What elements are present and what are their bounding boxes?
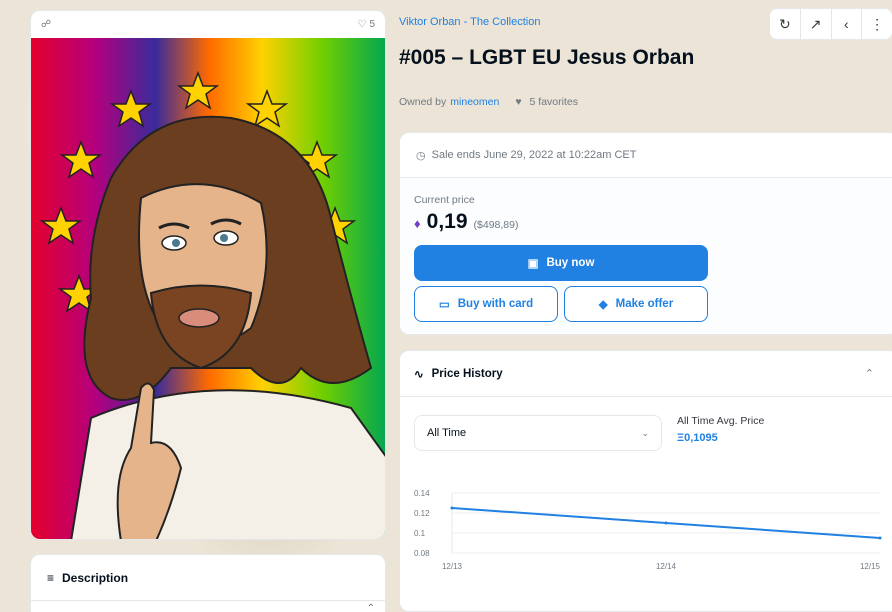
x-tick-label: 12/13 bbox=[442, 562, 463, 571]
nft-image-card: ☍ ♡ 5 bbox=[30, 10, 386, 540]
make-offer-button[interactable]: ◆ Make offer bbox=[564, 286, 708, 322]
y-tick-label: 0.14 bbox=[414, 489, 430, 498]
refresh-icon[interactable]: ↻ bbox=[770, 9, 801, 39]
price-history-title: Price History bbox=[431, 367, 503, 380]
chevron-up-icon[interactable]: ⌃ bbox=[367, 603, 375, 612]
price-row: ♦ 0,19 ($498,89) bbox=[414, 210, 884, 234]
usd-price: ($498,89) bbox=[473, 219, 519, 231]
buy-now-button[interactable]: ▣ Buy now bbox=[414, 245, 708, 281]
external-link-icon[interactable]: ↗ bbox=[801, 9, 832, 39]
price-history-header[interactable]: ∿ Price History ⌃ bbox=[400, 351, 892, 397]
favorite-button[interactable]: ♡ 5 bbox=[357, 19, 375, 30]
favorites-count: 5 favorites bbox=[529, 96, 578, 108]
price-point[interactable] bbox=[878, 536, 882, 540]
list-icon: ≡ bbox=[47, 570, 55, 585]
chain-icon[interactable]: ☍ bbox=[41, 19, 51, 30]
avg-price-value: Ξ0,1095 bbox=[677, 432, 718, 444]
trend-icon: ∿ bbox=[414, 368, 424, 381]
current-price: 0,19 bbox=[426, 210, 468, 233]
y-tick-label: 0.1 bbox=[414, 529, 426, 538]
credit-card-icon: ▭ bbox=[438, 299, 450, 311]
chevron-down-icon: ⌄ bbox=[641, 427, 649, 438]
x-tick-label: 12/15 bbox=[860, 562, 881, 571]
description-header[interactable]: ≡ Description bbox=[31, 555, 385, 601]
nft-artwork[interactable] bbox=[31, 38, 386, 540]
make-offer-label: Make offer bbox=[615, 298, 674, 310]
avg-price-label: All Time Avg. Price bbox=[677, 415, 765, 427]
description-title: Description bbox=[62, 570, 129, 585]
buy-with-card-button[interactable]: ▭ Buy with card bbox=[414, 286, 558, 322]
item-toolbar: ↻ ↗ ‹ ⋮ bbox=[769, 8, 892, 40]
time-range-select[interactable]: All Time ⌄ bbox=[414, 415, 662, 451]
time-range-value: All Time bbox=[427, 427, 467, 439]
chevron-up-icon[interactable]: ⌃ bbox=[865, 367, 874, 380]
price-point[interactable] bbox=[664, 521, 668, 525]
heart-icon: ♥ bbox=[515, 96, 522, 108]
price-point[interactable] bbox=[450, 506, 454, 510]
ethereum-icon: ♦ bbox=[414, 216, 421, 231]
sale-end-text: Sale ends June 29, 2022 at 10:22am CET bbox=[431, 149, 637, 161]
x-tick-label: 12/14 bbox=[656, 562, 677, 571]
tag-icon: ◆ bbox=[598, 299, 608, 311]
wallet-icon: ▣ bbox=[527, 258, 539, 270]
favorite-count: 5 bbox=[369, 18, 375, 30]
collection-link[interactable]: Viktor Orban - The Collection bbox=[399, 16, 540, 28]
buy-now-label: Buy now bbox=[546, 257, 595, 269]
price-history-chart[interactable]: 0.14 0.12 0.1 0.08 12/13 12/14 12/15 bbox=[400, 481, 892, 581]
y-tick-label: 0.12 bbox=[414, 509, 430, 518]
buy-with-card-label: Buy with card bbox=[457, 298, 534, 310]
owned-by-label: Owned by bbox=[399, 96, 447, 108]
image-card-header: ☍ ♡ 5 bbox=[31, 11, 385, 37]
current-price-label: Current price bbox=[414, 194, 475, 206]
owner-link[interactable]: mineomen bbox=[450, 96, 499, 108]
price-history-panel: ∿ Price History ⌃ All Time ⌄ All Time Av… bbox=[399, 350, 892, 612]
item-title: #005 – LGBT EU Jesus Orban bbox=[399, 46, 695, 69]
more-options-icon[interactable]: ⋮ bbox=[862, 9, 892, 39]
clock-icon: ◷ bbox=[416, 149, 426, 162]
sale-end-row: ◷ Sale ends June 29, 2022 at 10:22am CET bbox=[400, 133, 892, 178]
y-tick-label: 0.08 bbox=[414, 549, 430, 558]
description-panel[interactable]: ≡ Description ⌃ bbox=[30, 554, 386, 612]
heart-outline-icon: ♡ bbox=[357, 18, 367, 30]
sale-panel: ◷ Sale ends June 29, 2022 at 10:22am CET… bbox=[399, 132, 892, 335]
ownership-row: Owned by mineomen ♥ 5 favorites bbox=[399, 96, 578, 108]
share-icon[interactable]: ‹ bbox=[832, 9, 863, 39]
